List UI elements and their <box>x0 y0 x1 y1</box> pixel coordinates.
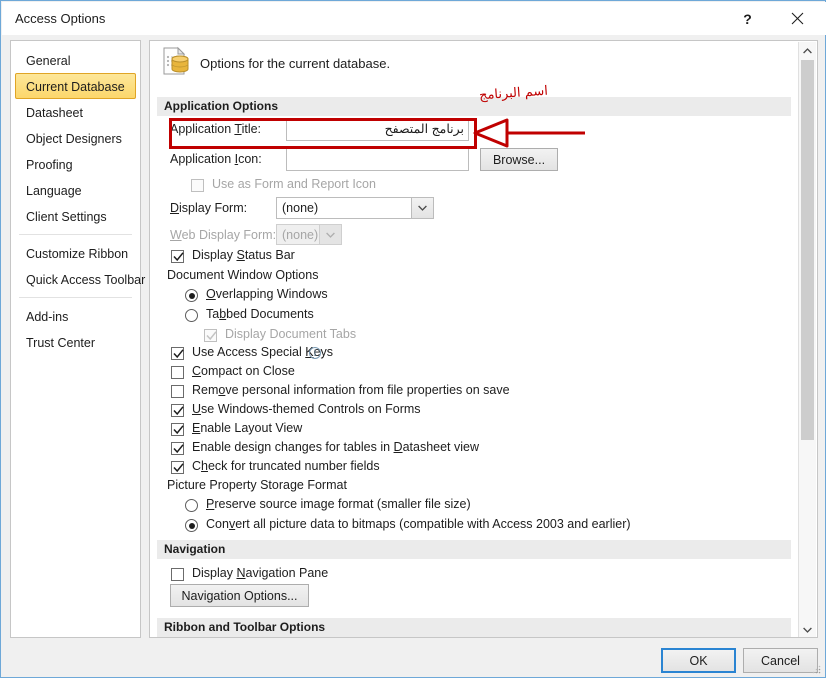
pane-heading: Options for the current database. <box>200 56 391 71</box>
scrollbar-thumb[interactable] <box>801 60 814 440</box>
document-window-options-label: Document Window Options <box>167 268 319 282</box>
sidebar-item-datasheet[interactable]: Datasheet <box>15 99 136 125</box>
close-icon[interactable] <box>775 3 820 34</box>
sidebar-item-proofing[interactable]: Proofing <box>15 151 136 177</box>
radio-dot <box>188 522 195 529</box>
display-document-tabs-label: Display Document Tabs <box>225 327 357 341</box>
chevron-down-icon-disabled <box>319 225 341 244</box>
window-title: Access Options <box>15 11 106 26</box>
overlapping-windows-label: Overlapping Windows <box>206 287 328 301</box>
display-status-bar-label: Display Status Bar <box>192 248 295 262</box>
sidebar-item-general[interactable]: General <box>15 47 136 73</box>
sidebar-item-quick-access-toolbar[interactable]: Quick Access Toolbar <box>15 266 145 292</box>
use-as-form-and-report-icon-label: Use as Form and Report Icon <box>212 177 376 191</box>
display-document-tabs-checkbox[interactable] <box>204 329 217 342</box>
web-display-form-combobox[interactable]: (none) <box>276 224 342 245</box>
check-truncated-number-fields-checkbox[interactable] <box>171 461 184 474</box>
resize-grip-icon[interactable] <box>811 664 821 674</box>
use-windows-themed-controls-label: Use Windows-themed Controls on Forms <box>192 402 421 416</box>
preserve-source-image-format-label: Preserve source image format (smaller fi… <box>206 497 471 511</box>
display-navigation-pane-label: Display Navigation Pane <box>192 566 329 580</box>
info-icon[interactable]: i <box>309 347 321 359</box>
sidebar-item-object-designers[interactable]: Object Designers <box>15 125 136 151</box>
close-glyph <box>791 12 804 25</box>
sidebar-item-add-ins[interactable]: Add-ins <box>15 303 136 329</box>
sidebar-item-client-settings[interactable]: Client Settings <box>15 203 136 229</box>
remove-personal-information-checkbox[interactable] <box>171 385 184 398</box>
radio-dot <box>188 292 195 299</box>
cancel-button[interactable]: Cancel <box>743 648 818 673</box>
display-form-combobox[interactable]: (none) <box>276 197 434 219</box>
use-access-special-keys-checkbox[interactable] <box>171 347 184 360</box>
application-icon-label: Application Icon: <box>170 152 262 166</box>
tabbed-documents-label: Tabbed Documents <box>206 307 314 321</box>
section-header-ribbon-and-toolbar: Ribbon and Toolbar Options <box>157 618 791 637</box>
check-truncated-number-fields-label: Check for truncated number fields <box>192 459 380 473</box>
enable-design-changes-label: Enable design changes for tables in Data… <box>192 440 479 454</box>
picture-property-storage-format-label: Picture Property Storage Format <box>167 478 347 492</box>
sidebar: General Current Database Datasheet Objec… <box>10 40 145 638</box>
convert-to-bitmaps-radio[interactable] <box>185 519 198 532</box>
options-pane-content: Options for the current database. Applic… <box>150 41 798 637</box>
enable-layout-view-label: Enable Layout View <box>192 421 303 435</box>
enable-layout-view-checkbox[interactable] <box>171 423 184 436</box>
use-as-form-and-report-icon-checkbox[interactable] <box>191 179 204 192</box>
title-bar: Access Options ? <box>2 2 826 35</box>
options-pane: Options for the current database. Applic… <box>149 40 818 638</box>
display-form-value: (none) <box>282 201 319 215</box>
scroll-up-icon[interactable] <box>799 42 816 59</box>
compact-on-close-checkbox[interactable] <box>171 366 184 379</box>
remove-personal-information-label: Remove personal information from file pr… <box>192 383 510 397</box>
use-windows-themed-controls-checkbox[interactable] <box>171 404 184 417</box>
preserve-source-image-format-radio[interactable] <box>185 499 198 512</box>
help-glyph: ? <box>743 10 752 27</box>
application-icon-input[interactable] <box>286 148 469 171</box>
convert-to-bitmaps-label: Convert all picture data to bitmaps (com… <box>206 517 631 531</box>
navigation-options-button[interactable]: Navigation Options... <box>170 584 309 607</box>
web-display-form-value: (none) <box>282 228 319 242</box>
display-navigation-pane-checkbox[interactable] <box>171 568 184 581</box>
ok-button[interactable]: OK <box>661 648 736 673</box>
database-icon <box>162 46 190 81</box>
pane-header: Options for the current database. <box>162 46 390 81</box>
display-form-label: Display Form: <box>170 201 248 215</box>
help-icon[interactable]: ? <box>725 3 770 34</box>
sidebar-item-current-database[interactable]: Current Database <box>15 73 136 99</box>
overlapping-windows-radio[interactable] <box>185 289 198 302</box>
sidebar-divider-2 <box>19 297 132 298</box>
enable-design-changes-checkbox[interactable] <box>171 442 184 455</box>
section-header-navigation: Navigation <box>157 540 791 559</box>
chevron-down-icon[interactable] <box>411 198 433 218</box>
sidebar-item-trust-center[interactable]: Trust Center <box>15 329 136 355</box>
browse-button[interactable]: Browse... <box>480 148 558 171</box>
application-title-label: Application Title: <box>170 122 262 136</box>
sidebar-item-customize-ribbon[interactable]: Customize Ribbon <box>15 240 136 266</box>
tabbed-documents-radio[interactable] <box>185 309 198 322</box>
sidebar-item-language[interactable]: Language <box>15 177 136 203</box>
pane-scrollbar[interactable] <box>798 42 816 637</box>
web-display-form-label: Web Display Form: <box>170 228 277 242</box>
scroll-down-icon[interactable] <box>799 621 816 637</box>
application-title-input[interactable]: برنامج المتصفح <box>286 118 469 141</box>
section-header-application-options: Application Options <box>157 97 791 116</box>
sidebar-divider-1 <box>19 234 132 235</box>
compact-on-close-label: Compact on Close <box>192 364 295 378</box>
access-options-dialog: Access Options ? General Current Databas… <box>0 0 826 678</box>
display-status-bar-checkbox[interactable] <box>171 250 184 263</box>
